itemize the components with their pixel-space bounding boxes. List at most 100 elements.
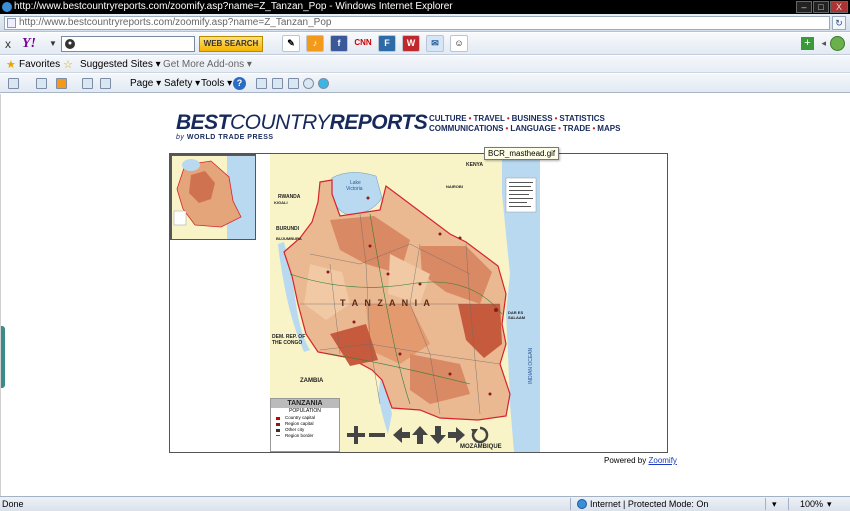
add-favorite-icon[interactable]: ☆ [63,58,73,71]
maximize-button[interactable]: □ [813,1,829,13]
legend-label: Country capital [285,415,316,420]
zoom-dropdown-icon[interactable]: ▾ [827,499,832,510]
refresh-icon[interactable]: ↻ [832,16,846,30]
yahoo-toolbar: x Y! ▼ ● WEB SEARCH ✎ ♪ f CNN F W ✉ ☺ + … [0,33,850,55]
search-icon: ● [65,39,75,49]
label-drc-2: THE CONGO [272,340,302,346]
safety-menu[interactable]: Safety ▾ [164,78,200,89]
yahoo-logo-icon[interactable]: Y! [22,36,36,52]
wikipedia-icon[interactable]: W [402,35,420,52]
ie-logo-icon [2,2,12,12]
hand-icon[interactable] [36,78,47,89]
legend-row: Region border [271,433,339,439]
label-kigali: KIGALI [274,200,288,205]
legend-title: TANZANIA [271,399,339,408]
url-text: http://www.bestcountryreports.com/zoomif… [19,17,332,28]
legend-symbol [276,429,280,432]
label-nairobi: NAIROBI [446,184,463,189]
minimize-button[interactable]: – [796,1,812,13]
nav-separator: • [506,114,510,123]
legend-label: Region border [285,433,314,438]
chevron-left-icon[interactable]: ◂ [821,38,826,49]
nav-separator: • [592,124,596,133]
nav-link-trade[interactable]: TRADE [563,124,591,133]
nav-link-maps[interactable]: MAPS [597,124,620,133]
music-icon[interactable]: ♪ [306,35,324,52]
nav-link-business[interactable]: BUSINESS [512,114,553,123]
legend-symbol [276,423,280,426]
zoomify-link[interactable]: Zoomify [648,456,676,465]
mail-icon[interactable]: ✉ [426,35,444,52]
tools-menu[interactable]: Tools ▾ [201,78,232,89]
web-search-button[interactable]: WEB SEARCH [199,36,263,52]
page-menu[interactable]: Page ▾ [130,78,161,89]
favorites-star-icon[interactable]: ★ [6,58,16,71]
globe-icon [577,499,587,509]
site-logo[interactable]: BESTCOUNTRYREPORTS by WORLD TRADE PRESS [176,111,428,142]
nav-link-language[interactable]: LANGUAGE [510,124,556,133]
nav-link-travel[interactable]: TRAVEL [473,114,504,123]
avatars-icon[interactable]: ☺ [450,35,468,52]
legend-label: Other city [285,427,305,432]
favorites-bar: ★ Favorites ☆ Suggested Sites ▾ Get More… [0,56,850,73]
legend-label: Region capital [285,421,314,426]
pan-right-icon[interactable] [445,424,467,446]
facebook-icon[interactable]: f [330,35,348,52]
brand-press: WORLD TRADE PRESS [186,134,274,141]
notepad-icon[interactable]: ✎ [282,35,300,52]
close-window-button[interactable]: X [830,1,848,13]
chevron-down-icon[interactable]: ▾ [772,499,777,510]
window-title: http://www.bestcountryreports.com/zoomif… [14,1,453,12]
skype-icon[interactable] [318,78,329,89]
legend-symbol [276,417,280,420]
label-bujumbura: BUJUMBURA [276,236,302,241]
bluetooth-icon[interactable] [303,78,314,89]
image-tooltip: BCR_masthead.gif [484,147,560,160]
read-mail-icon[interactable] [82,78,93,89]
add-button[interactable]: + [801,37,814,50]
suggested-sites-button[interactable]: Suggested Sites ▾ [80,59,161,70]
brand-country: COUNTRY [230,111,330,134]
research-icon[interactable] [256,78,267,89]
nav-separator: • [468,114,472,123]
navigator-thumbnail[interactable] [170,154,256,240]
nav-link-communications[interactable]: COMMUNICATIONS [429,124,504,133]
zoom-level[interactable]: 100% [800,499,823,509]
chevron-down-icon[interactable]: ▼ [49,39,57,48]
reset-icon[interactable] [469,424,491,446]
status-bar: Done Internet | Protected Mode: On ▾ 100… [0,496,850,511]
blogger-icon[interactable]: F [378,35,396,52]
viewer-controls [345,424,495,450]
yahoo-search-input[interactable]: ● [61,36,195,52]
map-legend: TANZANIA POPULATION Country capital Regio… [270,398,340,452]
zoom-in-icon[interactable] [345,424,367,446]
brand-reports: REPORTS [329,111,428,134]
print-icon[interactable] [100,78,111,89]
more-addons-button[interactable]: Get More Add-ons ▾ [163,59,252,70]
label-burundi: BURUNDI [276,226,300,232]
translate-icon[interactable] [272,78,283,89]
help-icon[interactable]: ? [233,77,246,90]
zoom-out-icon[interactable] [367,424,389,446]
blog-icon[interactable] [288,78,299,89]
powered-by: Powered by Zoomify [604,456,677,465]
nav-separator: • [505,124,509,133]
nav-link-statistics[interactable]: STATISTICS [559,114,604,123]
nav-link-culture[interactable]: CULTURE [429,114,467,123]
address-bar: http://www.bestcountryreports.com/zoomif… [0,14,850,32]
label-zambia: ZAMBIA [300,378,324,384]
side-panel-handle[interactable] [1,326,5,388]
favorites-button[interactable]: Favorites [19,59,60,70]
site-nav: CULTURE • TRAVEL • BUSINESS • STATISTICS COMMU… [429,114,620,134]
legend-symbol [276,435,280,436]
feeds-icon[interactable] [56,78,67,89]
window-titlebar: http://www.bestcountryreports.com/zoomif… [0,0,850,14]
label-lake-victoria-2: Victoria [346,186,363,192]
toolbar-close-button[interactable]: x [5,37,11,51]
url-field[interactable]: http://www.bestcountryreports.com/zoomif… [4,16,830,30]
cnn-icon[interactable]: CNN [354,35,372,52]
security-zone[interactable]: Internet | Protected Mode: On [590,499,708,509]
nav-separator: • [558,124,561,133]
home-icon[interactable] [8,78,19,89]
gear-icon[interactable] [830,36,845,51]
